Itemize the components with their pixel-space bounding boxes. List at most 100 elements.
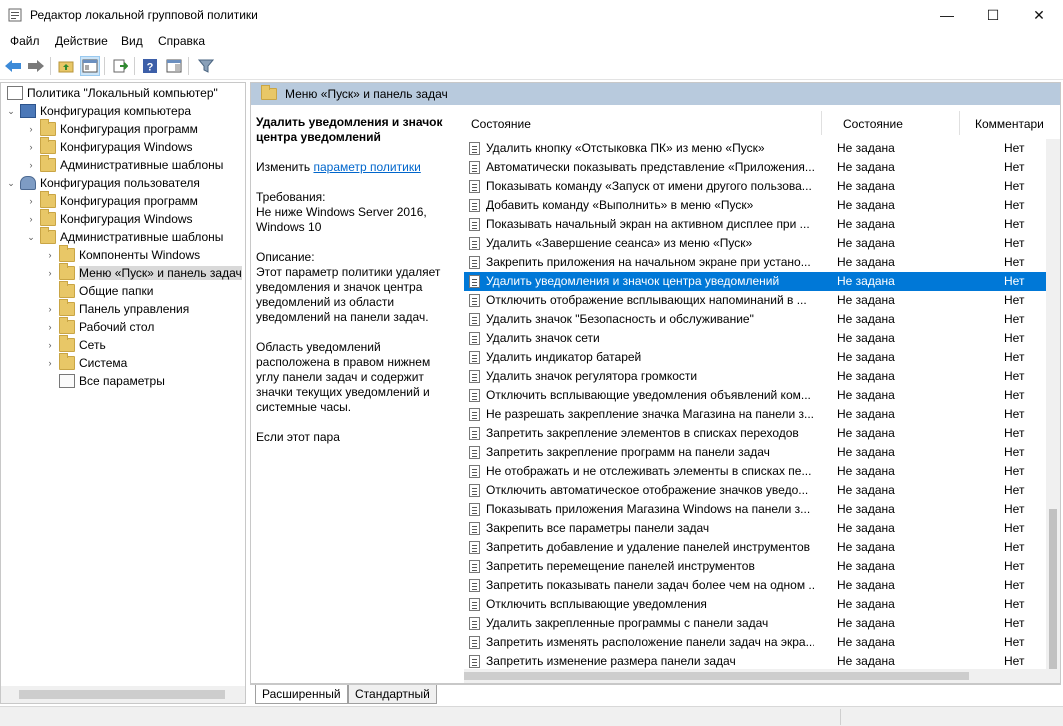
column-separator[interactable] bbox=[959, 111, 960, 135]
table-row[interactable]: Запретить добавление и удаление панелей … bbox=[464, 538, 1046, 557]
chevron-right-icon[interactable]: › bbox=[44, 268, 56, 278]
column-header-comment[interactable]: Комментари bbox=[975, 117, 1044, 131]
menu-action[interactable]: Действие bbox=[55, 34, 108, 48]
edit-policy-link[interactable]: параметр политики bbox=[313, 160, 420, 174]
column-separator[interactable] bbox=[821, 111, 822, 135]
table-row[interactable]: Закрепить все параметры панели задач Не з… bbox=[464, 519, 1046, 538]
chevron-right-icon[interactable]: › bbox=[44, 250, 56, 260]
policy-state: Не задана bbox=[837, 350, 895, 364]
policy-name: Запретить перемещение панелей инструмент… bbox=[486, 559, 755, 573]
table-row[interactable]: Удалить индикатор батарей Не задана Нет bbox=[464, 348, 1046, 367]
policy-name: Запретить изменение размера панели задач bbox=[486, 654, 736, 668]
chevron-right-icon[interactable]: › bbox=[44, 304, 56, 314]
tree-item-local-policy[interactable]: Политика "Локальный компьютер" bbox=[4, 84, 218, 102]
export-list-button[interactable] bbox=[110, 56, 130, 76]
table-row[interactable]: Автоматически показывать представление «… bbox=[464, 158, 1046, 177]
help-icon: ? bbox=[143, 59, 157, 74]
chevron-down-icon[interactable]: ⌄ bbox=[25, 232, 37, 243]
forward-button[interactable] bbox=[26, 56, 46, 76]
tree-item-desktop[interactable]: › Рабочий стол bbox=[44, 317, 154, 336]
tree-item-network[interactable]: › Сеть bbox=[44, 335, 106, 354]
table-row[interactable]: Добавить команду «Выполнить» в меню «Пус… bbox=[464, 196, 1046, 215]
policy-setting-icon bbox=[469, 370, 480, 383]
table-row[interactable]: Отключить отображение всплывающих напоми… bbox=[464, 291, 1046, 310]
tree-item-user-windows-settings[interactable]: › Конфигурация Windows bbox=[25, 209, 193, 228]
chevron-down-icon[interactable]: ⌄ bbox=[5, 178, 17, 189]
tree-item-admin-templates[interactable]: › Административные шаблоны bbox=[25, 155, 223, 174]
tree-item-user-config[interactable]: ⌄ Конфигурация пользователя bbox=[5, 174, 200, 192]
tree-item-windows-components[interactable]: › Компоненты Windows bbox=[44, 245, 200, 264]
table-row[interactable]: Отключить всплывающие уведомления объявл… bbox=[464, 386, 1046, 405]
scrollbar-thumb[interactable] bbox=[1049, 509, 1057, 669]
scrollbar-thumb[interactable] bbox=[464, 672, 969, 680]
table-row[interactable]: Не разрешать закрепление значка Магазина… bbox=[464, 405, 1046, 424]
table-row[interactable]: Удалить значок "Безопасность и обслужива… bbox=[464, 310, 1046, 329]
tree-item-shared-folders[interactable]: Общие папки bbox=[44, 281, 153, 300]
table-row[interactable]: Удалить уведомления и значок центра увед… bbox=[464, 272, 1046, 291]
policy-state: Не задана bbox=[837, 388, 895, 402]
chevron-right-icon[interactable]: › bbox=[25, 124, 37, 134]
up-level-button[interactable] bbox=[56, 56, 76, 76]
tree-item-user-software-settings[interactable]: › Конфигурация программ bbox=[25, 191, 198, 210]
folder-icon bbox=[40, 209, 56, 226]
chevron-right-icon[interactable]: › bbox=[44, 358, 56, 368]
tree-horizontal-scrollbar[interactable] bbox=[1, 686, 245, 703]
list-vertical-scrollbar[interactable] bbox=[1046, 139, 1060, 683]
table-row[interactable]: Отключить всплывающие уведомления Не зада… bbox=[464, 595, 1046, 614]
menu-bar: Файл Действие Вид Справка bbox=[0, 30, 1063, 52]
policy-comment: Нет bbox=[1004, 540, 1025, 554]
show-hide-tree-button[interactable] bbox=[80, 56, 100, 76]
table-row[interactable]: Закрепить приложения на начальном экране… bbox=[464, 253, 1046, 272]
tree-item-start-menu-taskbar[interactable]: › Меню «Пуск» и панель задач bbox=[44, 263, 242, 282]
chevron-right-icon[interactable]: › bbox=[25, 196, 37, 206]
table-row[interactable]: Запретить показывать панели задач более … bbox=[464, 576, 1046, 595]
policy-name: Удалить значок сети bbox=[486, 331, 600, 345]
table-row[interactable]: Не отображать и не отслеживать элементы … bbox=[464, 462, 1046, 481]
policy-state: Не задана bbox=[837, 559, 895, 573]
table-row[interactable]: Запретить изменять расположение панели з… bbox=[464, 633, 1046, 652]
chevron-right-icon[interactable]: › bbox=[25, 142, 37, 152]
tree-item-system[interactable]: › Система bbox=[44, 353, 127, 372]
menu-view[interactable]: Вид bbox=[121, 34, 143, 48]
show-action-pane-button[interactable] bbox=[164, 56, 184, 76]
tab-extended[interactable]: Расширенный bbox=[255, 685, 348, 704]
table-row[interactable]: Запретить закрепление программ на панели… bbox=[464, 443, 1046, 462]
table-row[interactable]: Запретить закрепление элементов в списка… bbox=[464, 424, 1046, 443]
chevron-down-icon[interactable]: ⌄ bbox=[5, 106, 17, 117]
tree-item-computer-config[interactable]: ⌄ Конфигурация компьютера bbox=[5, 102, 191, 120]
scrollbar-thumb[interactable] bbox=[19, 690, 225, 699]
table-row[interactable]: Удалить кнопку «Отстыковка ПК» из меню «… bbox=[464, 139, 1046, 158]
menu-help[interactable]: Справка bbox=[158, 34, 205, 48]
policy-comment: Нет bbox=[1004, 255, 1025, 269]
list-horizontal-scrollbar[interactable] bbox=[464, 669, 1046, 683]
table-row[interactable]: Запретить перемещение панелей инструмент… bbox=[464, 557, 1046, 576]
chevron-right-icon[interactable]: › bbox=[44, 340, 56, 350]
maximize-button[interactable]: ☐ bbox=[970, 0, 1016, 30]
tree-item-windows-settings[interactable]: › Конфигурация Windows bbox=[25, 137, 193, 156]
chevron-right-icon[interactable]: › bbox=[25, 214, 37, 224]
chevron-right-icon[interactable]: › bbox=[25, 160, 37, 170]
table-row[interactable]: Показывать команду «Запуск от имени друг… bbox=[464, 177, 1046, 196]
filter-button[interactable] bbox=[196, 56, 216, 76]
tree-item-control-panel[interactable]: › Панель управления bbox=[44, 299, 189, 318]
tree-item-all-settings[interactable]: Все параметры bbox=[44, 372, 165, 390]
table-row[interactable]: Удалить значок регулятора громкости Не за… bbox=[464, 367, 1046, 386]
tree-item-software-settings[interactable]: › Конфигурация программ bbox=[25, 119, 198, 138]
folder-icon bbox=[59, 353, 75, 370]
table-row[interactable]: Показывать начальный экран на активном д… bbox=[464, 215, 1046, 234]
help-button[interactable]: ? bbox=[140, 56, 160, 76]
chevron-right-icon[interactable]: › bbox=[44, 322, 56, 332]
table-row[interactable]: Отключить автоматическое отображение зна… bbox=[464, 481, 1046, 500]
table-row[interactable]: Удалить закрепленные программы с панели … bbox=[464, 614, 1046, 633]
close-button[interactable]: ✕ bbox=[1016, 0, 1062, 30]
column-header-state[interactable]: Состояние bbox=[843, 117, 903, 131]
table-row[interactable]: Показывать приложения Магазина Windows н… bbox=[464, 500, 1046, 519]
column-header-name[interactable]: Состояние bbox=[471, 117, 531, 131]
back-button[interactable] bbox=[3, 56, 23, 76]
table-row[interactable]: Удалить значок сети Не задана Нет bbox=[464, 329, 1046, 348]
table-row[interactable]: Удалить «Завершение сеанса» из меню «Пус… bbox=[464, 234, 1046, 253]
tree-item-user-admin-templates[interactable]: ⌄ Административные шаблоны bbox=[25, 227, 223, 246]
minimize-button[interactable]: — bbox=[924, 0, 970, 30]
tab-standard[interactable]: Стандартный bbox=[348, 685, 437, 704]
menu-file[interactable]: Файл bbox=[10, 34, 40, 48]
